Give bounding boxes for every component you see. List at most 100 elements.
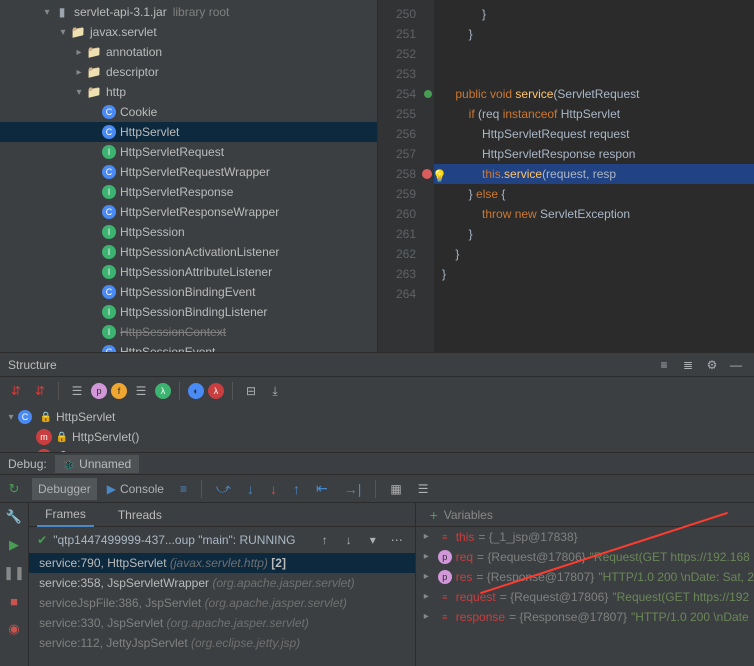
thread-selector[interactable]: ✔ "qtp1447499999-437...oup "main": RUNNI… [29,527,415,553]
tree-node-class[interactable]: IHttpSessionActivationListener [0,242,377,262]
code-line[interactable]: public void service(ServletRequest [434,84,754,104]
tree-node-class[interactable]: IHttpSessionBindingListener [0,302,377,322]
show-fields-icon[interactable]: ☰ [67,381,87,401]
gutter-line[interactable]: 250 [378,4,434,24]
code-line[interactable]: } [434,224,754,244]
more-icon[interactable]: ⋯ [387,530,407,550]
tab-threads[interactable]: Threads [110,504,170,526]
tree-node-class[interactable]: CHttpServletResponseWrapper [0,202,377,222]
variable-row[interactable]: ▸p req = {Request@17806} "Request(GET ht… [416,547,754,567]
frames-list[interactable]: service:790, HttpServlet (javax.servlet.… [29,553,415,666]
code-line[interactable] [434,64,754,84]
tree-node-class[interactable]: IHttpSessionAttributeListener [0,262,377,282]
gutter-line[interactable]: 263 [378,264,434,284]
minimize-icon[interactable]: — [726,355,746,375]
tree-node-class[interactable]: IHttpSession [0,222,377,242]
chevron-right-icon[interactable]: ▸ [424,527,434,547]
code-line[interactable]: throw new ServletException [434,204,754,224]
frame-row[interactable]: service:330, JspServlet (org.apache.jasp… [29,613,415,633]
stop-button[interactable]: ■ [0,587,28,615]
tree-node-class[interactable]: CHttpSessionBindingEvent [0,282,377,302]
chevron-right-icon[interactable]: ▸ [424,607,434,627]
gutter-line[interactable]: 261 [378,224,434,244]
drop-frame-button[interactable]: ⇤ [310,476,334,501]
intention-bulb-icon[interactable]: 💡 [432,166,447,186]
resume-button[interactable]: ▶ [0,531,28,559]
tree-node-library[interactable]: ▾ servlet-api-3.1.jar library root [0,2,377,22]
variables-list[interactable]: ▸≡ this = {_1_jsp@17838}▸p req = {Reques… [416,527,754,627]
gear-icon[interactable]: ⚙ [702,355,722,375]
code-line[interactable]: 💡 this.service(request, resp [434,164,754,184]
tree-node-package[interactable]: ▾ javax.servlet [0,22,377,42]
anonymous-icon[interactable]: ◐ [188,383,204,399]
gutter-line[interactable]: 260 [378,204,434,224]
gutter-line[interactable]: 255 [378,104,434,124]
trace-button[interactable]: ☰ [412,478,435,500]
variable-row[interactable]: ▸≡ this = {_1_jsp@17838} [416,527,754,547]
code-line[interactable]: } [434,4,754,24]
code-line[interactable]: HttpServletRequest request [434,124,754,144]
project-tree[interactable]: ▾ servlet-api-3.1.jar library root ▾ jav… [0,0,378,352]
tree-node-class[interactable]: IHttpSessionContext [0,322,377,342]
structure-ctor-node[interactable]: m 🔒 HttpServlet() [0,427,754,447]
tree-node-class[interactable]: CCookie [0,102,377,122]
code-line[interactable]: } [434,244,754,264]
run-to-cursor-button[interactable]: →| [338,477,368,501]
structure-class-node[interactable]: ▾ C 🔒 HttpServlet [0,407,754,427]
lambda-icon[interactable]: λ [155,383,171,399]
property-icon[interactable]: p [91,383,107,399]
view-breakpoints-button[interactable]: ◉ [0,615,28,643]
autoscroll-icon[interactable]: ⤓ [265,381,285,401]
code-line[interactable]: } [434,24,754,44]
gutter-line[interactable]: 252 [378,44,434,64]
gutter-line[interactable]: 257 [378,144,434,164]
frame-row[interactable]: serviceJspFile:386, JspServlet (org.apac… [29,593,415,613]
force-step-into-button[interactable]: ↓ [264,477,283,501]
expand-icon[interactable]: ⊟ [241,381,261,401]
gutter-line[interactable]: 259 [378,184,434,204]
tree-node-descriptor[interactable]: ▸ descriptor [0,62,377,82]
run-gutter-icon[interactable] [424,90,432,98]
code-line[interactable]: if (req instanceof HttpServlet [434,104,754,124]
code-line[interactable]: } [434,264,754,284]
frame-row[interactable]: service:790, HttpServlet (javax.servlet.… [29,553,415,573]
add-watch-button[interactable]: + [424,503,444,527]
code-editor[interactable]: 2502512522532542552562572582592602612622… [378,0,754,352]
tree-node-class[interactable]: IHttpServletResponse [0,182,377,202]
threads-icon[interactable]: ≡ [174,478,193,500]
chevron-right-icon[interactable]: ▸ [424,587,434,607]
tree-node-class[interactable]: CHttpServletRequestWrapper [0,162,377,182]
next-frame-icon[interactable]: ↓ [339,530,359,550]
tree-node-annotation[interactable]: ▸ annotation [0,42,377,62]
gutter-line[interactable]: 256 [378,124,434,144]
gutter-line[interactable]: 264 [378,284,434,304]
breakpoint-icon[interactable] [422,169,432,179]
tab-debugger[interactable]: Debugger [32,478,97,500]
rerun-button[interactable]: ↻ [0,475,28,503]
tab-frames[interactable]: Frames [37,503,94,527]
debug-config-tab[interactable]: Unnamed [55,455,139,473]
code-line[interactable]: HttpServletResponse respon [434,144,754,164]
tree-node-http[interactable]: ▾ http [0,82,377,102]
tab-console[interactable]: ▶Console [101,478,170,500]
gutter-line[interactable]: 251 [378,24,434,44]
variable-row[interactable]: ▸p res = {Response@17807} "HTTP/1.0 200 … [416,567,754,587]
step-into-button[interactable]: ↓ [241,477,260,501]
tree-node-class[interactable]: CHttpServlet [0,122,377,142]
editor-code[interactable]: } } public void service(ServletRequest i… [434,0,754,352]
settings-button[interactable]: 🔧 [0,503,28,531]
variable-row[interactable]: ▸≡ response = {Response@17807} "HTTP/1.0… [416,607,754,627]
gutter-line[interactable]: 262 [378,244,434,264]
code-line[interactable] [434,44,754,64]
gutter-line[interactable]: 254 [378,84,434,104]
variable-row[interactable]: ▸≡ request = {Request@17806} "Request(GE… [416,587,754,607]
frame-row[interactable]: service:358, JspServletWrapper (org.apac… [29,573,415,593]
gutter-line[interactable]: 258 [378,164,434,184]
gutter-line[interactable]: 253 [378,64,434,84]
filter-icon[interactable]: ▾ [363,530,383,550]
chevron-right-icon[interactable]: ▸ [424,547,434,567]
field-icon[interactable]: f [111,383,127,399]
sort-visibility-icon[interactable]: ⇵ [30,381,50,401]
chevron-right-icon[interactable]: ▸ [424,567,434,587]
pause-button[interactable]: ❚❚ [0,559,28,587]
